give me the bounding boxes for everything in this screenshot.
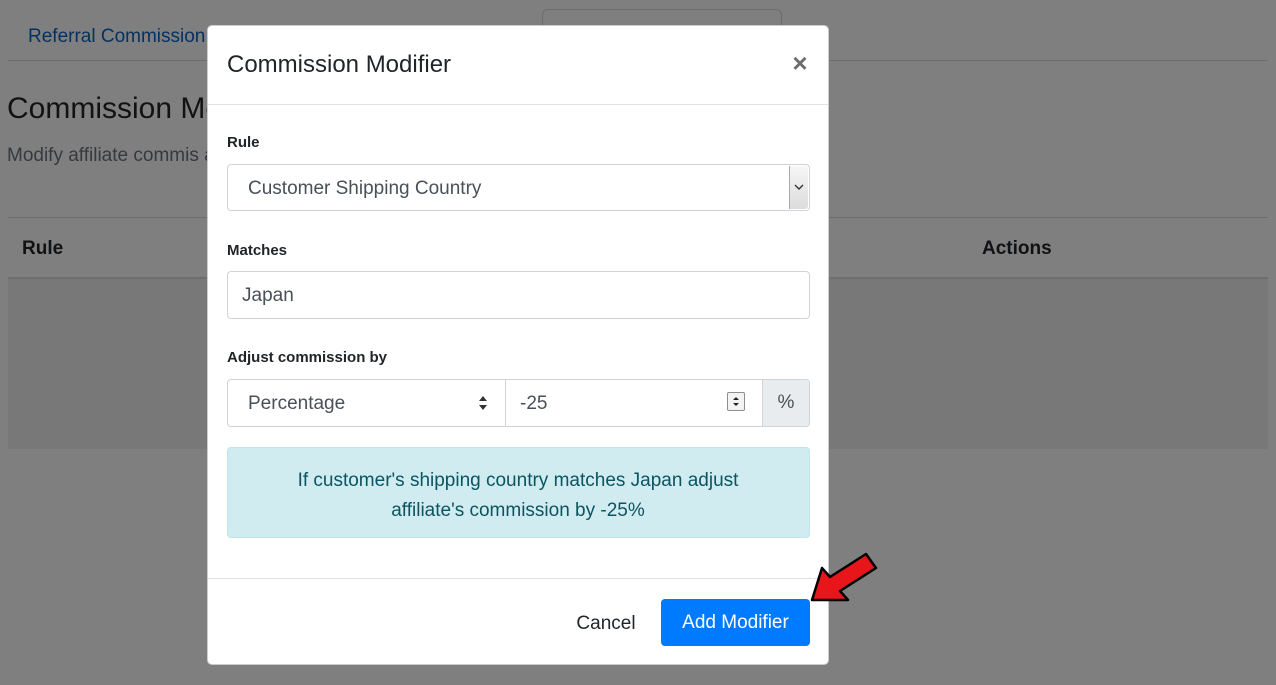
- matches-label: Matches: [227, 242, 288, 259]
- modal-footer-divider: [208, 578, 828, 579]
- close-icon: ×: [792, 48, 808, 78]
- adjust-commission-group: Percentage -25 %: [227, 379, 810, 427]
- cancel-button[interactable]: Cancel: [564, 601, 648, 647]
- modal-header: Commission Modifier ×: [208, 26, 828, 105]
- percent-addon: %: [762, 380, 809, 426]
- adjust-type-select[interactable]: Percentage: [228, 380, 506, 426]
- adjust-amount-input[interactable]: -25: [506, 380, 762, 426]
- matches-input[interactable]: Japan: [227, 271, 810, 319]
- rule-label: Rule: [227, 134, 260, 151]
- matches-input-value: Japan: [242, 285, 294, 306]
- add-modifier-button[interactable]: Add Modifier: [661, 599, 810, 646]
- red-arrow-icon: [810, 552, 878, 602]
- adjust-commission-label: Adjust commission by: [227, 349, 388, 366]
- rule-select-dropdown-button[interactable]: [789, 166, 808, 209]
- adjust-amount-value: -25: [520, 393, 548, 414]
- modifier-summary-text: If customer's shipping country matches J…: [297, 470, 739, 521]
- rule-select-value: Customer Shipping Country: [248, 178, 482, 199]
- modal-title: Commission Modifier: [227, 51, 452, 78]
- rule-select[interactable]: Customer Shipping Country: [227, 164, 810, 211]
- chevron-down-icon: [794, 184, 804, 190]
- close-button[interactable]: ×: [786, 48, 814, 78]
- modifier-summary-alert: If customer's shipping country matches J…: [227, 447, 810, 538]
- commission-modifier-modal: Commission Modifier × Rule Customer Ship…: [207, 25, 829, 665]
- spinner-arrows-icon[interactable]: [727, 392, 745, 411]
- sort-arrows-icon: [479, 396, 487, 410]
- adjust-type-value: Percentage: [248, 393, 346, 414]
